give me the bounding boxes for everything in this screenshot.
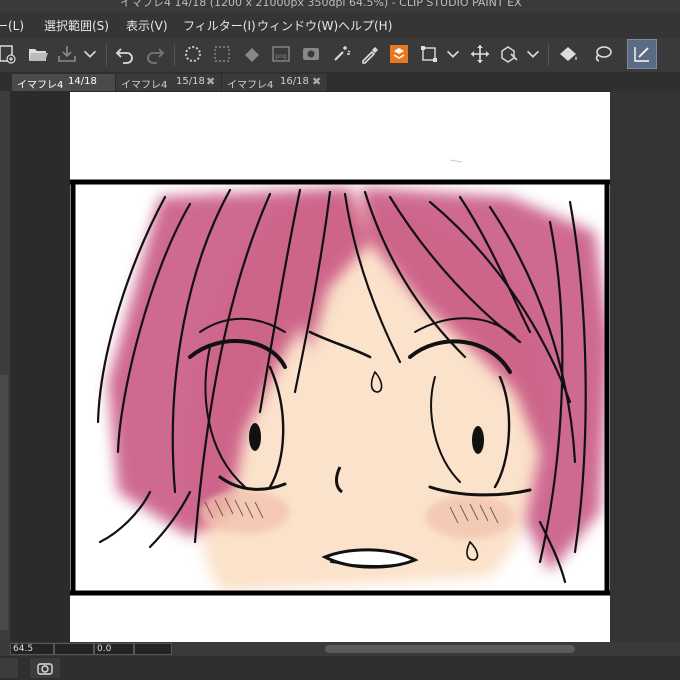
save-button[interactable] bbox=[54, 41, 80, 67]
zoom-slider[interactable] bbox=[54, 643, 94, 655]
clear-icon bbox=[185, 46, 201, 62]
menu-view[interactable]: 表示(V) bbox=[126, 17, 168, 34]
export-png-button[interactable]: png bbox=[268, 41, 294, 67]
angle-slider[interactable] bbox=[134, 643, 172, 655]
chevron-down-icon bbox=[526, 50, 540, 58]
window-title: イマフレ4 14/18 (1200 x 21000px 350dpi 64.5%… bbox=[120, 0, 522, 9]
layer-select-icon bbox=[390, 45, 408, 63]
zoom-field[interactable]: 64.5 bbox=[10, 643, 54, 655]
drawing-canvas[interactable] bbox=[70, 92, 610, 642]
document-tabs: イマフレ4 14/18 イマフレ4 15/18 ✖ イマフレ4 16/18 ✖ bbox=[0, 72, 680, 91]
magic-wand-icon bbox=[334, 46, 351, 61]
title-bar: イマフレ4 14/18 (1200 x 21000px 350dpi 64.5%… bbox=[0, 0, 680, 12]
menu-layer[interactable]: ー(L) bbox=[0, 17, 24, 34]
toolbar-separator bbox=[106, 44, 107, 66]
fill-icon bbox=[245, 48, 259, 62]
open-folder-icon bbox=[29, 49, 48, 61]
eyedropper-button[interactable] bbox=[357, 41, 383, 67]
tab-name: イマフレ4 bbox=[227, 80, 274, 91]
save-icon bbox=[58, 46, 76, 62]
eyedropper-icon bbox=[362, 47, 378, 64]
undo-icon bbox=[115, 48, 133, 64]
object-dropdown-button[interactable] bbox=[523, 41, 543, 67]
transform-icon bbox=[214, 46, 230, 62]
object-button[interactable] bbox=[496, 41, 522, 67]
menu-window[interactable]: ウィンドウ(W) bbox=[257, 17, 338, 34]
right-panel bbox=[610, 91, 680, 642]
new-canvas-icon bbox=[0, 45, 16, 64]
camera-button[interactable] bbox=[298, 41, 324, 67]
tab-page: 15/18 bbox=[176, 76, 205, 87]
object-icon bbox=[501, 46, 518, 63]
camera-bottom-icon bbox=[37, 663, 53, 675]
tab-name: イマフレ4 bbox=[121, 80, 168, 91]
tab-page: 14/18 bbox=[68, 76, 97, 87]
left-panel-scroll[interactable] bbox=[0, 375, 8, 630]
bottom-bar bbox=[0, 656, 680, 680]
redo-icon bbox=[147, 48, 165, 64]
horizontal-scrollbar[interactable] bbox=[325, 645, 575, 653]
selection-button[interactable] bbox=[416, 41, 442, 67]
chevron-down-icon bbox=[446, 50, 460, 58]
pen-tool-button[interactable] bbox=[627, 39, 657, 69]
camera-bottom-button[interactable] bbox=[30, 658, 60, 678]
close-icon[interactable]: ✖ bbox=[206, 75, 215, 88]
pen-active-icon bbox=[634, 47, 649, 62]
svg-text:png: png bbox=[275, 53, 287, 60]
fill-bucket-button[interactable] bbox=[555, 41, 581, 67]
chevron-down-icon bbox=[83, 50, 97, 58]
tab-name: イマフレ4 bbox=[17, 80, 64, 91]
close-icon[interactable]: ✖ bbox=[312, 75, 321, 88]
toolbar-separator bbox=[548, 44, 549, 66]
move-button[interactable] bbox=[467, 41, 493, 67]
tab-document-15[interactable]: イマフレ4 15/18 ✖ bbox=[116, 74, 222, 91]
layer-select-button[interactable] bbox=[386, 41, 412, 67]
menu-help[interactable]: ヘルプ(H) bbox=[338, 17, 392, 34]
fill-bucket-icon bbox=[560, 47, 577, 61]
selection-icon bbox=[421, 46, 437, 62]
lasso-button[interactable] bbox=[590, 41, 616, 67]
redo-button[interactable] bbox=[142, 41, 168, 67]
tab-document-14[interactable]: イマフレ4 14/18 bbox=[12, 74, 116, 91]
camera-icon bbox=[303, 48, 319, 60]
menu-selection[interactable]: 選択範囲(S) bbox=[44, 17, 109, 34]
tab-document-16[interactable]: イマフレ4 16/18 ✖ bbox=[222, 74, 328, 91]
command-bar: png bbox=[0, 38, 680, 73]
lasso-icon bbox=[595, 46, 612, 62]
angle-field[interactable]: 0.0 bbox=[94, 643, 134, 655]
toolbar-separator bbox=[174, 44, 175, 66]
move-icon bbox=[471, 45, 489, 63]
fill-button[interactable] bbox=[239, 41, 265, 67]
menu-bar: ー(L) 選択範囲(S) 表示(V) フィルター(I) ウィンドウ(W) ヘルプ… bbox=[0, 12, 680, 38]
export-png-icon: png bbox=[272, 46, 290, 62]
transform-button[interactable] bbox=[209, 41, 235, 67]
menu-filter[interactable]: フィルター(I) bbox=[183, 17, 256, 34]
magic-wand-button[interactable] bbox=[328, 41, 354, 67]
selection-dropdown-button[interactable] bbox=[443, 41, 463, 67]
new-canvas-button[interactable] bbox=[0, 41, 20, 67]
bottom-left-button[interactable] bbox=[0, 658, 18, 678]
open-button[interactable] bbox=[25, 41, 51, 67]
undo-button[interactable] bbox=[112, 41, 138, 67]
save-dropdown-button[interactable] bbox=[80, 41, 100, 67]
tab-page: 16/18 bbox=[280, 76, 309, 87]
clear-button[interactable] bbox=[180, 41, 206, 67]
